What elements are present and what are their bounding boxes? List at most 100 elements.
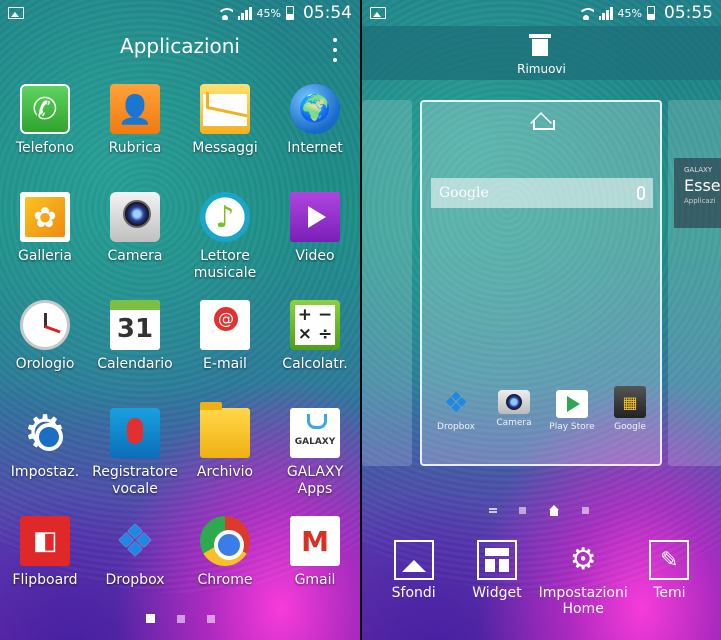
- page-dot[interactable]: [582, 507, 589, 514]
- page-dot[interactable]: [176, 614, 185, 623]
- app-label: Registratore vocale: [92, 464, 178, 497]
- page-dot[interactable]: [206, 614, 215, 623]
- wallpaper-icon: [393, 540, 434, 580]
- app-gmail[interactable]: M Gmail: [270, 514, 360, 622]
- panel-app-label: Dropbox: [437, 422, 475, 432]
- briefing-page-icon[interactable]: [489, 508, 497, 513]
- home-page-preview-left[interactable]: [362, 100, 412, 466]
- option-widget[interactable]: Widget: [455, 540, 538, 617]
- play-store-icon: [556, 390, 588, 418]
- panel-app-label: Camera: [496, 418, 532, 428]
- option-sfondi[interactable]: Sfondi: [372, 540, 455, 617]
- calculator-icon: + − × ÷: [290, 300, 340, 350]
- status-clock: 05:54: [303, 3, 352, 23]
- gallery-icon: ✿: [20, 192, 70, 242]
- option-label: Sfondi: [391, 585, 436, 601]
- app-impostazioni[interactable]: ⚙ Impostaz.: [0, 406, 90, 514]
- widget-icon: [476, 540, 517, 580]
- app-internet[interactable]: 🌍 Internet: [270, 82, 360, 190]
- dropbox-icon: ❖: [443, 385, 469, 419]
- phone-icon: ✆: [20, 84, 70, 134]
- app-orologio[interactable]: Orologio: [0, 298, 90, 406]
- home-edit-options: Sfondi Widget ⚙ Impostazioni Home ✎ Temi: [362, 540, 721, 617]
- status-bar: 45% 05:54: [0, 0, 360, 26]
- home-page-indicator[interactable]: [489, 505, 589, 516]
- camera-icon: [498, 390, 530, 414]
- screenshot-notification-icon: [8, 7, 24, 19]
- app-dropbox[interactable]: ❖ Dropbox: [90, 514, 180, 622]
- music-icon: ♪: [200, 192, 250, 242]
- app-grid: ✆ Telefono 👤 Rubrica Messaggi 🌍 Internet ✿ G…: [0, 82, 360, 622]
- app-calcolatrice[interactable]: + − × ÷ Calcolatr.: [270, 298, 360, 406]
- app-label: Calcolatr.: [282, 356, 348, 372]
- overflow-menu-icon[interactable]: [332, 38, 338, 62]
- clock-icon: [20, 300, 70, 350]
- panel-app-google[interactable]: ▦ Google: [602, 386, 658, 432]
- galaxy-apps-icon: GALAXY: [290, 408, 340, 458]
- home-page-preview-right[interactable]: [668, 100, 721, 466]
- panel-app-play-store[interactable]: Play Store: [544, 386, 600, 432]
- remove-drop-zone[interactable]: Rimuovi: [362, 26, 721, 80]
- option-label: Temi: [653, 585, 686, 601]
- google-search-widget[interactable]: Google: [431, 178, 653, 208]
- app-messaggi[interactable]: Messaggi: [180, 82, 270, 190]
- option-impostazioni-home[interactable]: ⚙ Impostazioni Home: [538, 540, 628, 618]
- app-label: Flipboard: [12, 572, 78, 588]
- wifi-icon: [216, 6, 233, 20]
- app-label: Gmail: [294, 572, 336, 588]
- app-rubrica[interactable]: 👤 Rubrica: [90, 82, 180, 190]
- app-video[interactable]: Video: [270, 190, 360, 298]
- app-label: Internet: [287, 140, 343, 156]
- app-archivio[interactable]: Archivio: [180, 402, 270, 514]
- home-page-dot-icon[interactable]: [548, 505, 560, 516]
- app-email[interactable]: E-mail: [180, 298, 270, 406]
- app-registratore-vocale[interactable]: Registratore vocale: [90, 406, 180, 514]
- app-flipboard[interactable]: ◧ Flipboard: [0, 514, 90, 622]
- app-label: Orologio: [15, 356, 75, 372]
- page-dot[interactable]: [519, 507, 526, 514]
- app-calendario[interactable]: 31 Calendario: [90, 298, 180, 406]
- panel-app-label: Google: [614, 422, 646, 432]
- battery-icon: [647, 6, 655, 20]
- status-clock: 05:55: [664, 3, 713, 23]
- page-indicator[interactable]: [0, 614, 360, 623]
- settings-icon: ⚙: [20, 408, 70, 458]
- app-label: Messaggi: [192, 140, 258, 156]
- app-label: Telefono: [15, 140, 75, 156]
- app-chrome[interactable]: Chrome: [180, 514, 270, 622]
- panel-app-row: ❖ Dropbox Camera Play Store ▦ Google: [428, 386, 658, 432]
- signal-icon: [237, 6, 252, 20]
- folder-icon: [200, 402, 250, 458]
- galaxy-card-subtitle: Applicazi: [684, 197, 716, 205]
- option-temi[interactable]: ✎ Temi: [628, 540, 711, 617]
- app-galaxy-apps[interactable]: GALAXY GALAXY Apps: [270, 406, 360, 514]
- messages-icon: [200, 84, 250, 134]
- battery-percent: 45%: [617, 6, 642, 20]
- galaxy-essentials-widget[interactable]: GALAXY Esse Applicazi: [674, 158, 721, 228]
- chrome-icon: [200, 516, 250, 566]
- galaxy-card-brand: GALAXY: [684, 166, 713, 174]
- trash-icon: [529, 32, 551, 56]
- camera-icon: [110, 192, 160, 242]
- home-icon[interactable]: [527, 112, 557, 130]
- themes-icon: ✎: [649, 540, 690, 580]
- flipboard-icon: ◧: [20, 516, 70, 566]
- app-lettore-musicale[interactable]: ♪ Lettore musicale: [180, 190, 270, 298]
- app-drawer-screen: 45% 05:54 Applicazioni ✆ Telefono 👤 Rubric…: [0, 0, 360, 640]
- app-label: Lettore musicale: [193, 248, 257, 281]
- galaxy-card-title: Esse: [684, 176, 721, 195]
- panel-app-camera[interactable]: Camera: [486, 386, 542, 432]
- panel-app-dropbox[interactable]: ❖ Dropbox: [428, 385, 484, 433]
- email-icon: [200, 300, 250, 350]
- option-label: Impostazioni Home: [538, 585, 628, 617]
- home-page-preview-main[interactable]: Google ❖ Dropbox Camera Play Store ▦ Googl…: [420, 100, 662, 466]
- screenshot-notification-icon: [370, 7, 386, 19]
- mic-icon[interactable]: [637, 186, 645, 200]
- app-camera[interactable]: Camera: [90, 190, 180, 298]
- app-telefono[interactable]: ✆ Telefono: [0, 82, 90, 190]
- app-label: Video: [295, 248, 335, 264]
- panel-app-label: Play Store: [549, 422, 595, 432]
- page-dot[interactable]: [145, 614, 155, 623]
- home-settings-icon: ⚙: [569, 542, 597, 577]
- app-galleria[interactable]: ✿ Galleria: [0, 190, 90, 298]
